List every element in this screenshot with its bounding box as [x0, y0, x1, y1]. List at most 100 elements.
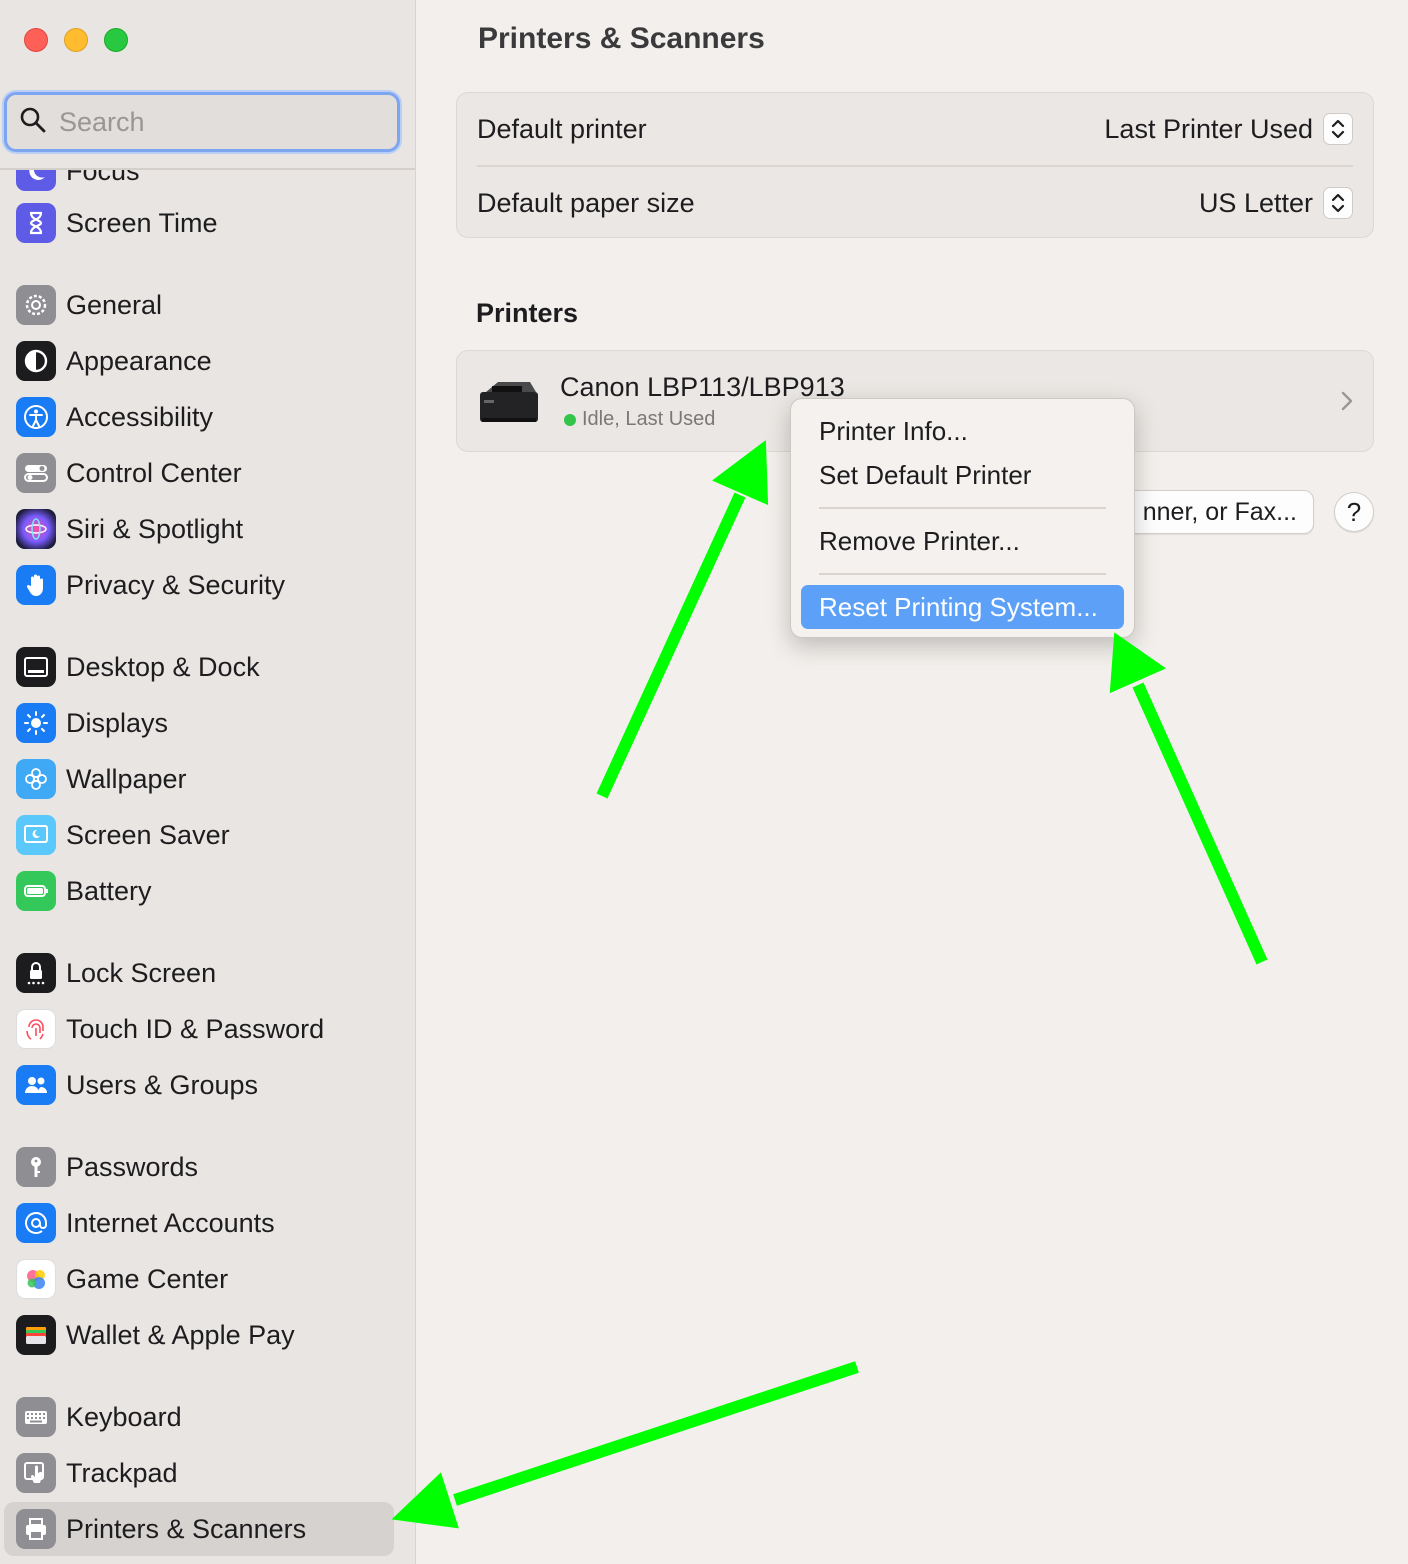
help-button[interactable]: ? — [1334, 492, 1374, 532]
sidebar-item-desktop-dock[interactable]: Desktop & Dock — [4, 640, 394, 694]
arrow-head — [1109, 632, 1167, 694]
sidebar-item-accessibility[interactable]: Accessibility — [4, 390, 394, 444]
default-printer-row: Default printer Last Printer Used — [477, 93, 1353, 165]
trackpad-icon — [16, 1453, 56, 1493]
sidebar-item-label: Users & Groups — [66, 1069, 259, 1100]
wallet-icon — [16, 1315, 56, 1355]
sidebar-item-label: Passwords — [66, 1151, 199, 1182]
minimize-window-button[interactable] — [64, 28, 88, 52]
sidebar-item-label: Game Center — [66, 1263, 229, 1294]
sidebar-item-wallet[interactable]: Wallet & Apple Pay — [4, 1308, 394, 1362]
sidebar-item-wallpaper[interactable]: Wallpaper — [4, 752, 394, 806]
sidebar-item-appearance[interactable]: Appearance — [4, 334, 394, 388]
sidebar-item-label: Wallpaper — [66, 763, 187, 794]
sidebar-item-touch-id[interactable]: Touch ID & Password — [4, 1002, 394, 1056]
sidebar-item-label: Desktop & Dock — [66, 651, 260, 682]
sidebar-item-label: Touch ID & Password — [66, 1013, 325, 1044]
search-icon — [19, 106, 47, 139]
menu-item-reset-printing-system[interactable]: Reset Printing System... — [801, 585, 1124, 629]
sidebar-item-battery[interactable]: Battery — [4, 864, 394, 918]
dock-icon — [16, 647, 56, 687]
sidebar-item-label: Screen Saver — [66, 819, 230, 850]
zoom-window-button[interactable] — [104, 28, 128, 52]
sidebar-item-label: Siri & Spotlight — [66, 513, 244, 544]
sidebar-item-label: Printers & Scanners — [66, 1513, 307, 1544]
default-printer-popup[interactable]: Last Printer Used — [1104, 113, 1353, 145]
sidebar-item-game-center[interactable]: Game Center — [4, 1252, 394, 1306]
printers-section-title: Printers — [476, 298, 579, 328]
sidebar-item-displays[interactable]: Displays — [4, 696, 394, 750]
sidebar-item-label: Focus — [66, 170, 140, 186]
arrow-head — [712, 440, 769, 506]
default-printer-label: Default printer — [477, 113, 647, 144]
printer-device-icon — [480, 382, 538, 422]
sidebar-item-privacy-security[interactable]: Privacy & Security — [4, 558, 394, 612]
menu-separator — [819, 507, 1106, 509]
sidebar-item-label: Displays — [66, 707, 169, 738]
sidebar: Focus Screen Time General Appearance Acc… — [0, 0, 416, 1564]
chevron-right-icon — [1341, 391, 1353, 411]
sidebar-item-siri-spotlight[interactable]: Siri & Spotlight — [4, 502, 394, 556]
sidebar-item-label: Battery — [66, 875, 152, 906]
hand-icon — [16, 565, 56, 605]
sidebar-item-keyboard[interactable]: Keyboard — [4, 1390, 394, 1444]
updown-chevron-icon — [1323, 113, 1353, 145]
sidebar-item-passwords[interactable]: Passwords — [4, 1140, 394, 1194]
accessibility-icon — [16, 397, 56, 437]
sidebar-item-label: General — [66, 289, 163, 320]
sidebar-item-label: Lock Screen — [66, 957, 217, 988]
paper-size-popup[interactable]: US Letter — [1199, 187, 1353, 219]
menu-item-remove-printer[interactable]: Remove Printer... — [801, 519, 1124, 563]
arrow-to-sidebar — [453, 1361, 859, 1506]
sidebar-item-label: Internet Accounts — [66, 1207, 275, 1238]
search-input[interactable] — [59, 106, 359, 138]
sidebar-item-label: Trackpad — [66, 1457, 178, 1488]
sidebar-item-lock-screen[interactable]: Lock Screen — [4, 946, 394, 1000]
search-field[interactable] — [4, 92, 400, 152]
sidebar-item-focus[interactable]: Focus — [4, 170, 394, 198]
sidebar-item-general[interactable]: General — [4, 278, 394, 332]
screensaver-icon — [16, 815, 56, 855]
sidebar-nav: Focus Screen Time General Appearance Acc… — [0, 170, 415, 1564]
game-center-icon — [16, 1259, 56, 1299]
flower-icon — [16, 759, 56, 799]
sidebar-item-label: Screen Time — [66, 207, 218, 238]
sidebar-item-label: Accessibility — [66, 401, 214, 432]
arrow-to-printer — [596, 492, 746, 799]
sidebar-item-screen-saver[interactable]: Screen Saver — [4, 808, 394, 862]
page-title: Printers & Scanners — [478, 22, 765, 55]
window-controls — [24, 28, 128, 52]
status-dot-icon — [564, 413, 576, 426]
siri-icon — [16, 509, 56, 549]
appearance-icon — [16, 341, 56, 381]
key-icon — [16, 1147, 56, 1187]
printer-context-menu: Printer Info... Set Default Printer Remo… — [790, 398, 1135, 638]
close-window-button[interactable] — [24, 28, 48, 52]
toggles-icon — [16, 453, 56, 493]
paper-size-row: Default paper size US Letter — [477, 167, 1353, 239]
menu-separator — [819, 573, 1106, 575]
updown-chevron-icon — [1323, 187, 1353, 219]
menu-item-printer-info[interactable]: Printer Info... — [801, 409, 1124, 453]
sidebar-item-control-center[interactable]: Control Center — [4, 446, 394, 500]
sidebar-item-label: Control Center — [66, 457, 242, 488]
sidebar-item-users-groups[interactable]: Users & Groups — [4, 1058, 394, 1112]
sidebar-item-label: Appearance — [66, 345, 212, 376]
arrow-to-reset — [1132, 682, 1268, 965]
sidebar-item-label: Privacy & Security — [66, 569, 286, 600]
sidebar-item-internet-accounts[interactable]: Internet Accounts — [4, 1196, 394, 1250]
printer-status: Idle, Last Used — [564, 408, 715, 431]
sidebar-item-screen-time[interactable]: Screen Time — [4, 196, 394, 250]
default-printer-value: Last Printer Used — [1104, 113, 1313, 144]
keyboard-icon — [16, 1397, 56, 1437]
printer-status-text: Idle, Last Used — [582, 408, 716, 430]
moon-icon — [16, 170, 56, 191]
hourglass-icon — [16, 203, 56, 243]
sidebar-item-printers-scanners[interactable]: Printers & Scanners — [4, 1502, 394, 1556]
paper-size-value: US Letter — [1198, 187, 1313, 218]
sidebar-item-trackpad[interactable]: Trackpad — [4, 1446, 394, 1500]
sidebar-item-label: Wallet & Apple Pay — [66, 1319, 295, 1350]
sidebar-item-label: Keyboard — [66, 1401, 182, 1432]
menu-item-set-default-printer[interactable]: Set Default Printer — [801, 453, 1124, 497]
defaults-card: Default printer Last Printer Used Defaul… — [456, 92, 1374, 238]
